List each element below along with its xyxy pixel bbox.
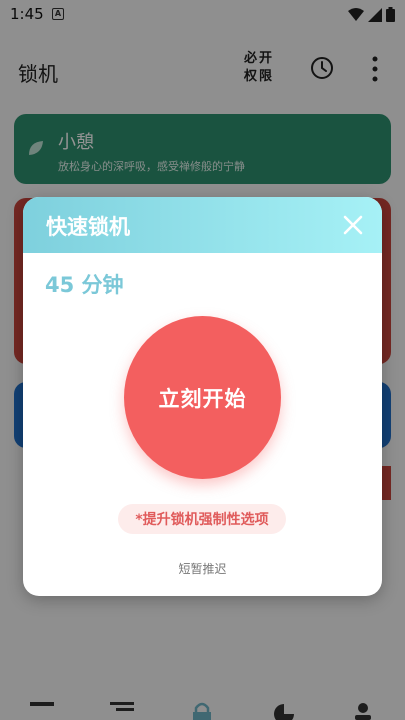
duration-selector[interactable]: 45 分钟 xyxy=(45,269,124,299)
dialog-title: 快速锁机 xyxy=(46,215,130,239)
close-icon[interactable] xyxy=(342,214,364,236)
postpone-link[interactable]: 短暂推迟 xyxy=(23,560,382,577)
strict-options-label: *提升锁机强制性选项 xyxy=(135,512,269,528)
start-now-label: 立刻开始 xyxy=(158,386,247,411)
dialog-header: 快速锁机 xyxy=(23,197,382,253)
start-now-button[interactable]: 立刻开始 xyxy=(124,316,281,479)
quick-lock-dialog: 快速锁机 45 分钟 立刻开始 *提升锁机强制性选项 短暂推迟 xyxy=(23,197,382,596)
strict-options-button[interactable]: *提升锁机强制性选项 xyxy=(118,504,286,534)
